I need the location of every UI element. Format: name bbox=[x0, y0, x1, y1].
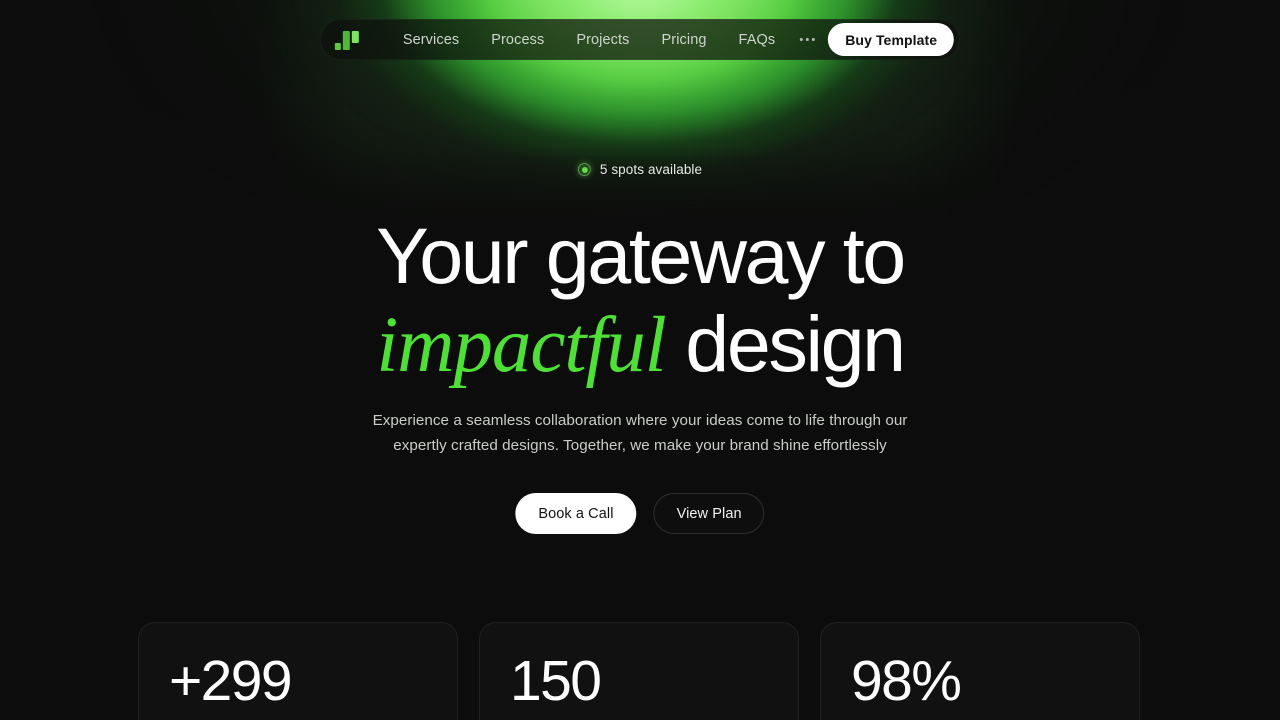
stat-value: +299 bbox=[169, 649, 293, 713]
headline-line-2: impactful design bbox=[0, 300, 1280, 390]
status-dot-icon bbox=[577, 163, 591, 176]
logo-bar-medium bbox=[351, 30, 359, 43]
nav-link-services[interactable]: Services bbox=[387, 32, 475, 48]
hero-subcopy: Experience a seamless collaboration wher… bbox=[372, 412, 908, 454]
nav-link-process[interactable]: Process bbox=[475, 32, 560, 48]
book-a-call-button[interactable]: Book a Call bbox=[515, 493, 637, 534]
more-dot-2 bbox=[806, 38, 810, 41]
nav-links: Services Process Projects Pricing FAQs bbox=[387, 32, 828, 48]
nav-link-pricing[interactable]: Pricing bbox=[646, 32, 723, 48]
logo-bar-tall bbox=[342, 30, 350, 50]
page-root: Services Process Projects Pricing FAQs B… bbox=[0, 0, 1280, 720]
headline-line-2-rest: design bbox=[665, 299, 906, 388]
brand-logo-icon[interactable] bbox=[334, 30, 359, 50]
stats-row: +299 150 98% bbox=[138, 622, 1142, 720]
more-menu-icon[interactable] bbox=[791, 38, 828, 41]
more-dot-1 bbox=[800, 38, 804, 41]
page-title: Your gateway to impactful design bbox=[0, 212, 1280, 390]
spots-available-label: 5 spots available bbox=[599, 162, 703, 177]
stat-card: 150 bbox=[479, 622, 799, 720]
stat-value: 150 bbox=[510, 649, 602, 713]
headline-line-1: Your gateway to bbox=[376, 211, 906, 300]
view-plan-button[interactable]: View Plan bbox=[653, 493, 765, 534]
main-navbar: Services Process Projects Pricing FAQs B… bbox=[319, 19, 961, 60]
stat-value: 98% bbox=[851, 649, 962, 713]
spots-available-badge: 5 spots available bbox=[577, 162, 703, 177]
headline-accent-word: impactful bbox=[376, 302, 666, 389]
stat-card: +299 bbox=[138, 622, 458, 720]
buy-template-button[interactable]: Buy Template bbox=[828, 23, 955, 56]
stat-card: 98% bbox=[820, 622, 1140, 720]
hero-cta-row: Book a Call View Plan bbox=[515, 493, 765, 534]
nav-link-projects[interactable]: Projects bbox=[560, 32, 645, 48]
logo-bar-small bbox=[334, 42, 341, 50]
more-dot-3 bbox=[812, 38, 816, 41]
nav-link-faqs[interactable]: FAQs bbox=[723, 32, 792, 48]
